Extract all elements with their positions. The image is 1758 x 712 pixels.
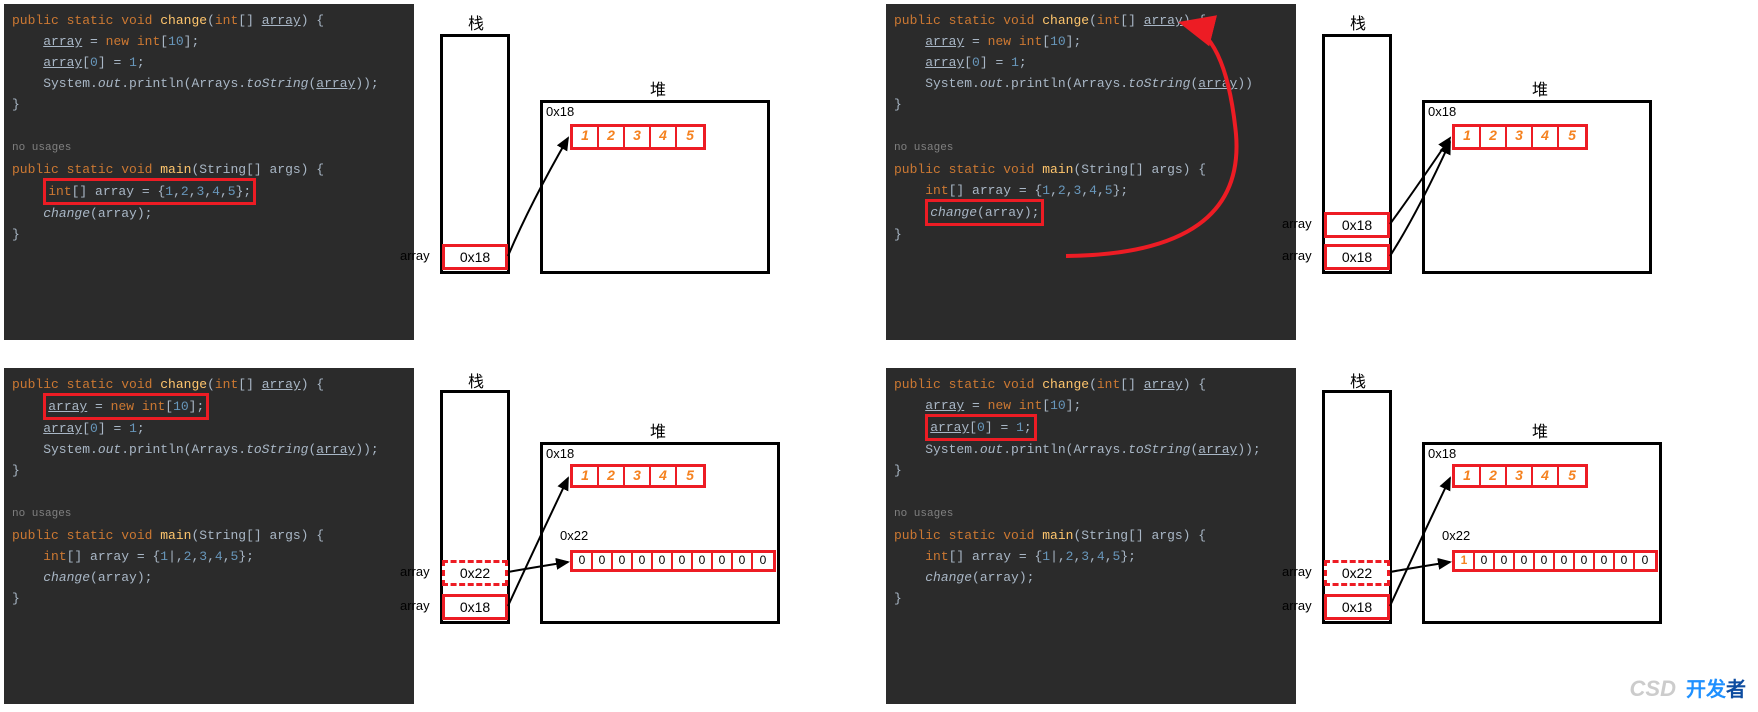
heap-label: 堆 xyxy=(1532,76,1548,100)
stack-box xyxy=(440,34,510,274)
heap-array-initial: 12345 xyxy=(1452,124,1588,150)
stack-cell-change-new: 0x22 xyxy=(1324,560,1390,586)
heap-array-one-zeros: 1000000000 xyxy=(1452,550,1658,572)
stack-cell-change: 0x18 xyxy=(1324,212,1390,238)
heap-addr-1: 0x18 xyxy=(1428,446,1456,461)
panel-4: public static void change(int[] array) {… xyxy=(886,368,1754,704)
memory-diagram-2: 栈 0x18 0x18 array array 堆 0x18 12345 xyxy=(1302,4,1722,284)
heap-array-initial: 12345 xyxy=(570,124,706,150)
heap-addr-1: 0x18 xyxy=(546,446,574,461)
side-label-array-1: array xyxy=(1282,564,1312,579)
diagram-grid: public static void change(int[] array) {… xyxy=(4,4,1754,704)
heap-label: 堆 xyxy=(650,76,666,100)
stack-label: 栈 xyxy=(1350,10,1366,34)
memory-diagram-3: 栈 0x22 0x18 array array 堆 0x18 12345 0x2… xyxy=(420,368,840,648)
stack-label: 栈 xyxy=(468,368,484,392)
memory-diagram-1: 栈 0x18 array 堆 0x18 12345 xyxy=(420,4,840,284)
heap-addr-2: 0x22 xyxy=(560,528,588,543)
hint-no-usages: no usages xyxy=(894,142,953,154)
stack-box xyxy=(440,390,510,624)
side-label-array-1: array xyxy=(1282,216,1312,231)
hint-no-usages: no usages xyxy=(894,508,953,520)
heap-addr-1: 0x18 xyxy=(546,104,574,119)
heap-array-initial: 12345 xyxy=(1452,464,1588,488)
code-block-4: public static void change(int[] array) {… xyxy=(886,368,1296,704)
heap-label: 堆 xyxy=(650,418,666,442)
stack-cell-main: 0x18 xyxy=(1324,244,1390,270)
stack-cell-main: 0x18 xyxy=(442,244,508,270)
stack-box xyxy=(1322,34,1392,274)
panel-2: public static void change(int[] array) {… xyxy=(886,4,1754,340)
code-block-2: public static void change(int[] array) {… xyxy=(886,4,1296,340)
side-label-array-1: array xyxy=(400,564,430,579)
side-label-array-2: array xyxy=(1282,248,1312,263)
memory-diagram-4: 栈 0x22 0x18 array array 堆 0x18 12345 0x2… xyxy=(1302,368,1722,648)
stack-box xyxy=(1322,390,1392,624)
heap-array-initial: 12345 xyxy=(570,464,706,488)
stack-cell-change-new: 0x22 xyxy=(442,560,508,586)
stack-cell-main: 0x18 xyxy=(1324,594,1390,620)
side-label-array: array xyxy=(400,248,430,263)
stack-cell-main: 0x18 xyxy=(442,594,508,620)
stack-label: 栈 xyxy=(468,10,484,34)
heap-array-zeros: 0000000000 xyxy=(570,550,776,572)
panel-1: public static void change(int[] array) {… xyxy=(4,4,872,340)
code-block-1: public static void change(int[] array) {… xyxy=(4,4,414,340)
side-label-array-2: array xyxy=(400,598,430,613)
code-block-3: public static void change(int[] array) {… xyxy=(4,368,414,704)
hint-no-usages: no usages xyxy=(12,142,71,154)
stack-label: 栈 xyxy=(1350,368,1366,392)
heap-label: 堆 xyxy=(1532,418,1548,442)
hint-no-usages: no usages xyxy=(12,508,71,520)
heap-addr-1: 0x18 xyxy=(1428,104,1456,119)
panel-3: public static void change(int[] array) {… xyxy=(4,368,872,704)
heap-addr-2: 0x22 xyxy=(1442,528,1470,543)
side-label-array-2: array xyxy=(1282,598,1312,613)
watermark: CSD 开发者 xyxy=(1686,673,1746,702)
